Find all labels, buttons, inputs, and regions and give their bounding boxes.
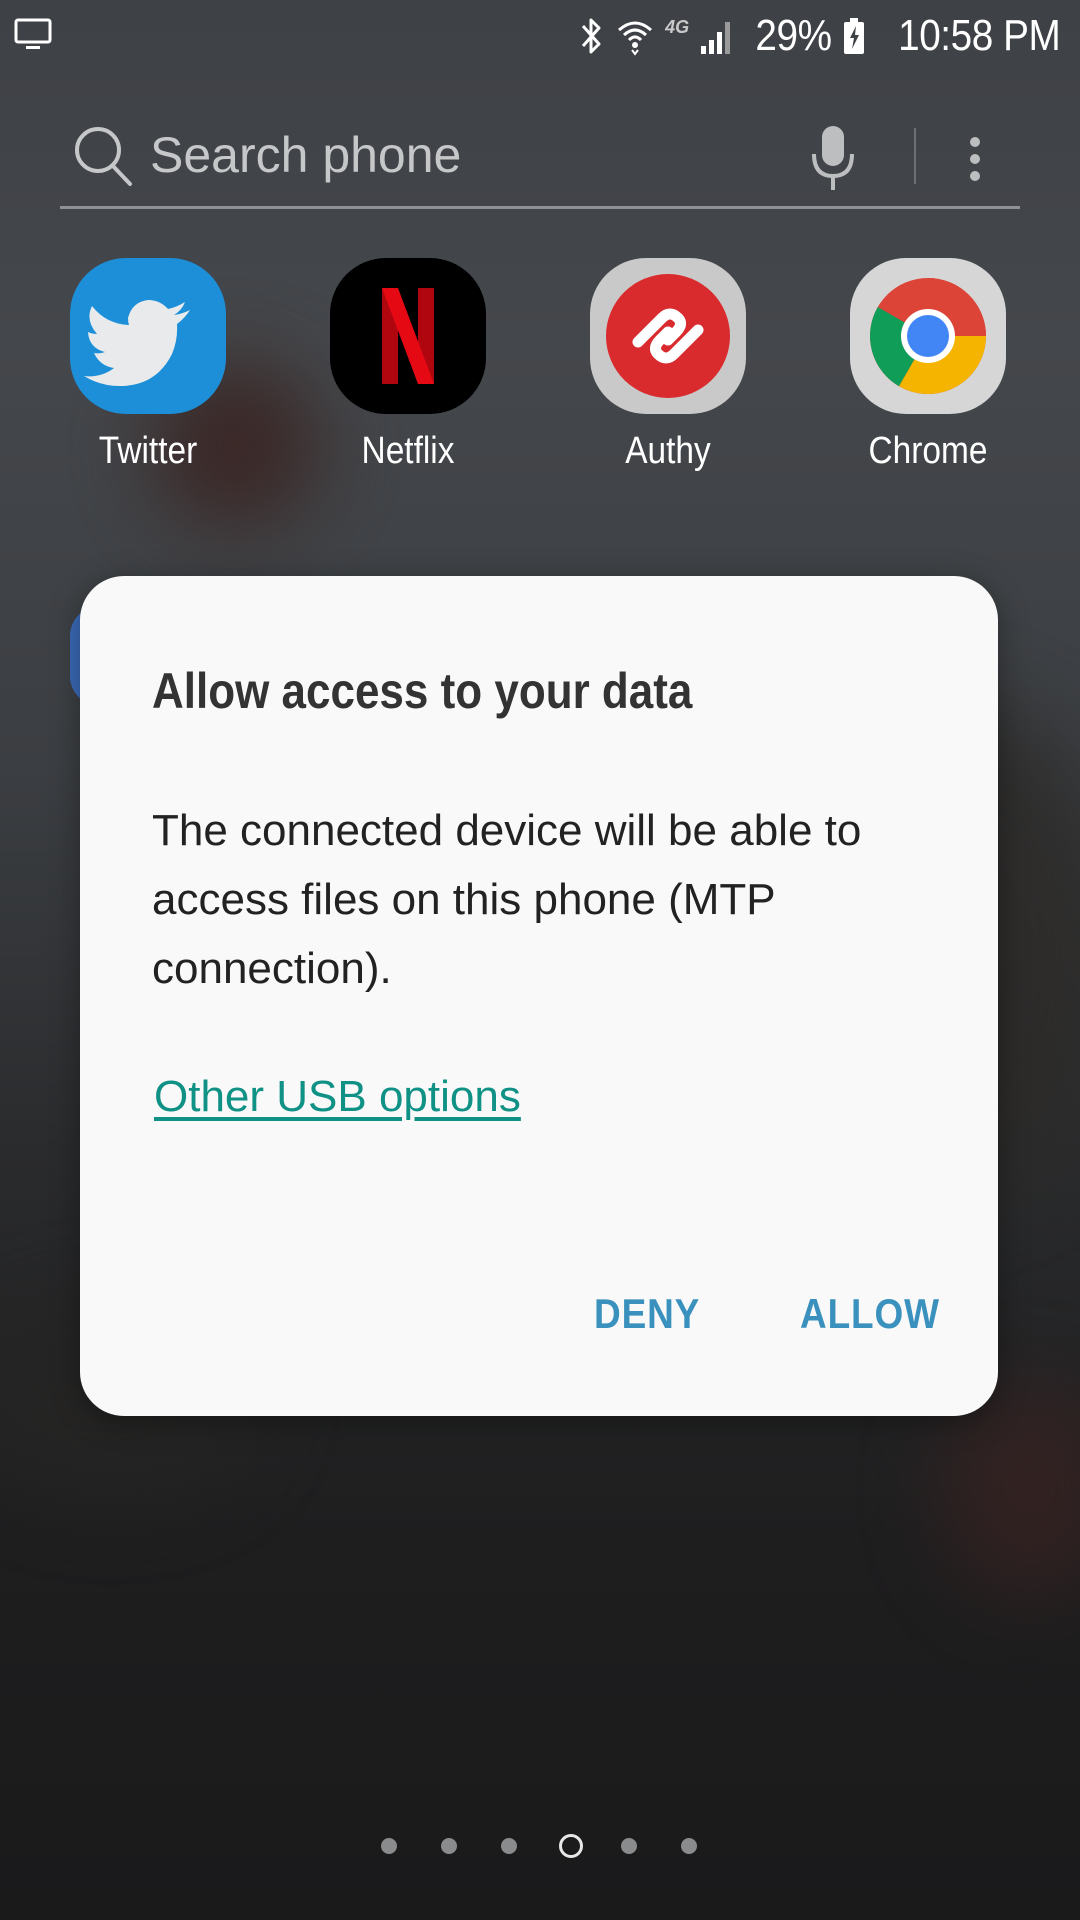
page-dot[interactable] <box>621 1838 637 1854</box>
bluetooth-icon <box>577 16 605 56</box>
allow-button[interactable]: ALLOW <box>800 1290 940 1338</box>
network-badge: 4G <box>665 16 690 37</box>
mic-icon[interactable] <box>808 124 858 194</box>
page-dot-current[interactable] <box>559 1834 583 1858</box>
cast-screen-icon <box>14 18 54 52</box>
chrome-icon <box>850 258 1006 414</box>
app-label: Chrome <box>868 430 988 472</box>
page-dot[interactable] <box>381 1838 397 1854</box>
app-label: Netflix <box>361 430 455 472</box>
search-divider <box>914 128 916 184</box>
page-dot[interactable] <box>441 1838 457 1854</box>
app-chrome[interactable]: Chrome <box>828 256 1028 486</box>
app-twitter[interactable]: Twitter <box>48 256 248 486</box>
dialog-message: The connected device will be able to acc… <box>152 806 862 993</box>
app-label: Twitter <box>98 430 198 472</box>
deny-button[interactable]: DENY <box>594 1290 700 1338</box>
page-dot[interactable] <box>501 1838 517 1854</box>
dialog-title: Allow access to your data <box>152 663 693 719</box>
app-label: Authy <box>625 430 711 472</box>
battery-percent: 29% <box>755 11 832 60</box>
clock: 10:58 PM <box>897 11 1061 60</box>
twitter-icon <box>70 258 226 414</box>
wifi-icon <box>615 16 655 56</box>
search-icon <box>72 124 134 188</box>
usb-access-dialog: Allow access to your data The connected … <box>80 576 998 1416</box>
search-input[interactable]: Search phone <box>150 126 461 184</box>
page-dot[interactable] <box>681 1838 697 1854</box>
app-authy[interactable]: Authy <box>568 256 768 486</box>
status-bar: 4G 29% 10:58 PM <box>0 0 1080 72</box>
search-bar[interactable]: Search phone <box>60 110 1020 209</box>
netflix-icon <box>330 258 486 414</box>
authy-icon <box>590 258 746 414</box>
app-netflix[interactable]: Netflix <box>308 256 508 486</box>
status-icons: 4G 29% 10:58 PM <box>577 10 1060 62</box>
more-vertical-icon[interactable] <box>960 124 990 194</box>
signal-icon <box>699 16 735 56</box>
page-indicator <box>0 1830 1080 1860</box>
other-usb-options-link[interactable]: Other USB options <box>154 1072 521 1122</box>
home-screen: 4G 29% 10:58 PM Search phone Twitter Net… <box>0 0 1080 1920</box>
battery-charging-icon <box>842 16 866 56</box>
